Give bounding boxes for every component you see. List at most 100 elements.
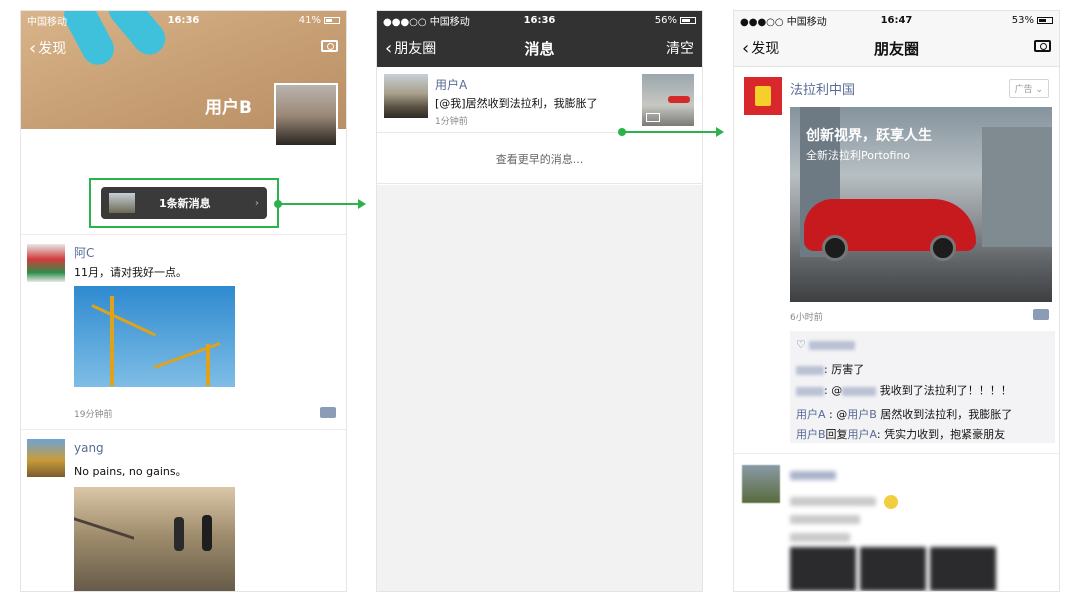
view-older-messages[interactable]: 查看更早的消息... [377, 134, 702, 184]
blurred-image[interactable] [860, 547, 926, 591]
comment-icon[interactable] [1033, 309, 1049, 320]
blurred-likers [809, 340, 856, 350]
empty-area [377, 185, 702, 591]
wheel-shape [822, 235, 848, 261]
heart-icon: ♡ [796, 338, 806, 351]
building-shape [982, 127, 1052, 247]
page-title: 朋友圈 [873, 39, 919, 58]
camera-button[interactable] [321, 40, 338, 56]
back-button[interactable]: ‹ 发现 [29, 38, 66, 59]
post-text: No pains, no gains。 [74, 465, 187, 478]
crane-shape [110, 296, 114, 386]
divider [21, 429, 346, 430]
comment-row: : @ 我收到了法拉利了！！！！ [796, 382, 1012, 398]
blurred-username [796, 386, 824, 396]
comment-user[interactable]: 用户B [796, 428, 826, 441]
runner-figure [202, 515, 212, 551]
battery-percent: 41% [298, 14, 321, 26]
back-label: 发现 [751, 41, 780, 57]
message-time: 1分钟前 [435, 117, 468, 127]
arrow-head [358, 199, 366, 209]
bridge-rail [74, 517, 134, 591]
blurred-image[interactable] [790, 547, 856, 591]
crane-shape [153, 342, 221, 369]
comment-mention[interactable]: 用户B [847, 408, 877, 421]
back-button[interactable]: ‹ 发现 [742, 38, 779, 59]
comment-text: : 凭实力收到，抱紧豪朋友 [876, 428, 1006, 441]
battery-icon [323, 16, 340, 24]
blurred-author [790, 471, 836, 480]
clear-button[interactable]: 清空 [666, 38, 694, 58]
avatar[interactable] [742, 465, 780, 503]
avatar[interactable] [27, 439, 65, 477]
arrow-dot [618, 128, 626, 136]
blurred-username [842, 386, 877, 396]
ad-tag-dropdown[interactable]: 广告 ⌄ [1008, 79, 1049, 98]
camera-icon [321, 40, 338, 52]
ad-video[interactable]: 创新视界，跃享人生 全新法拉利Portofino [790, 107, 1052, 302]
post-time: 6小时前 [790, 313, 823, 323]
brand-logo[interactable] [744, 77, 782, 115]
post-image[interactable] [74, 286, 235, 387]
comment-user[interactable]: 用户A [796, 408, 826, 421]
phone-moments-feed: ●●●○○ 中国移动 16:47 53% ‹ 发现 朋友圈 法拉利中国 广告 ⌄ [733, 10, 1060, 592]
comment-text: : 厉害了 [824, 363, 865, 376]
camera-button[interactable] [1034, 40, 1051, 56]
wheel-shape [930, 235, 956, 261]
post-author[interactable]: 阿C [74, 244, 94, 261]
battery-percent: 56% [654, 14, 677, 26]
new-message-label: 1条新消息 [159, 197, 211, 210]
new-message-button[interactable]: 1条新消息 › [101, 187, 267, 219]
avatar[interactable] [27, 244, 65, 282]
blurred-text [790, 515, 860, 524]
new-message-thumbnail [109, 193, 135, 213]
post-image[interactable] [74, 487, 235, 591]
divider [21, 234, 346, 235]
message-text: [@我]居然收到法拉利，我膨胀了 [435, 97, 598, 110]
crane-shape [206, 344, 210, 386]
back-label: 发现 [38, 41, 67, 57]
ad-tag-label: 广告 [1014, 85, 1033, 95]
comment-reply-word: 回复 [825, 428, 848, 441]
message-author[interactable]: 用户A [435, 76, 467, 93]
clock: 16:36 [167, 14, 200, 26]
chevron-left-icon: ‹ [385, 37, 393, 59]
status-bar: ●●●○○ 中国移动 16:36 56% [377, 11, 702, 29]
arrow-head [716, 127, 724, 137]
arrow-dot [274, 200, 282, 208]
message-row[interactable]: 用户A [@我]居然收到法拉利，我膨胀了 1分钟前 [377, 67, 702, 133]
comment-row: : 厉害了 [796, 361, 864, 377]
post-author[interactable]: yang [74, 441, 104, 455]
battery-icon [679, 16, 696, 24]
avatar[interactable] [384, 74, 428, 118]
video-icon [646, 113, 660, 122]
phone-messages: ●●●○○ 中国移动 16:36 56% ‹ 朋友圈 消息 清空 用户A [@我… [376, 10, 703, 592]
profile-avatar[interactable] [274, 83, 338, 147]
runner-figure [174, 517, 184, 551]
logo-emblem [755, 86, 771, 106]
flow-arrow [274, 199, 366, 209]
comment-box: ♡ : 厉害了 : @ 我收到了法拉利了！！！！ 用户A : @用户B 居然收到… [790, 331, 1055, 443]
comment-mention[interactable]: 用户A [848, 428, 877, 441]
moments-header: ●●●○○ 中国移动 16:47 53% ‹ 发现 朋友圈 [734, 11, 1059, 67]
divider [734, 453, 1059, 454]
ad-author[interactable]: 法拉利中国 [790, 79, 855, 98]
nav-bar: ‹ 朋友圈 消息 清空 [377, 29, 702, 67]
carrier-label: 中国移动 [27, 16, 67, 28]
ad-headline: 创新视界，跃享人生 [806, 128, 932, 144]
new-message-highlight: 1条新消息 › [89, 178, 279, 228]
camera-icon [1034, 40, 1051, 52]
blurred-image[interactable] [930, 547, 996, 591]
crane-shape [91, 304, 157, 337]
post-time: 19分钟前 [74, 410, 113, 420]
status-bar: ●●●○○ 中国移动 16:47 53% [734, 11, 1059, 29]
message-thumbnail[interactable] [642, 74, 694, 126]
battery-percent: 53% [1011, 14, 1034, 26]
comment-icon[interactable] [320, 407, 336, 418]
comment-prefix: : @ [825, 408, 848, 421]
comment-text: 我收到了法拉利了！！！！ [876, 384, 1012, 397]
clock: 16:47 [880, 14, 913, 26]
back-button[interactable]: ‹ 朋友圈 [385, 38, 436, 59]
chevron-right-icon: › [254, 197, 259, 209]
blurred-text [790, 497, 876, 506]
